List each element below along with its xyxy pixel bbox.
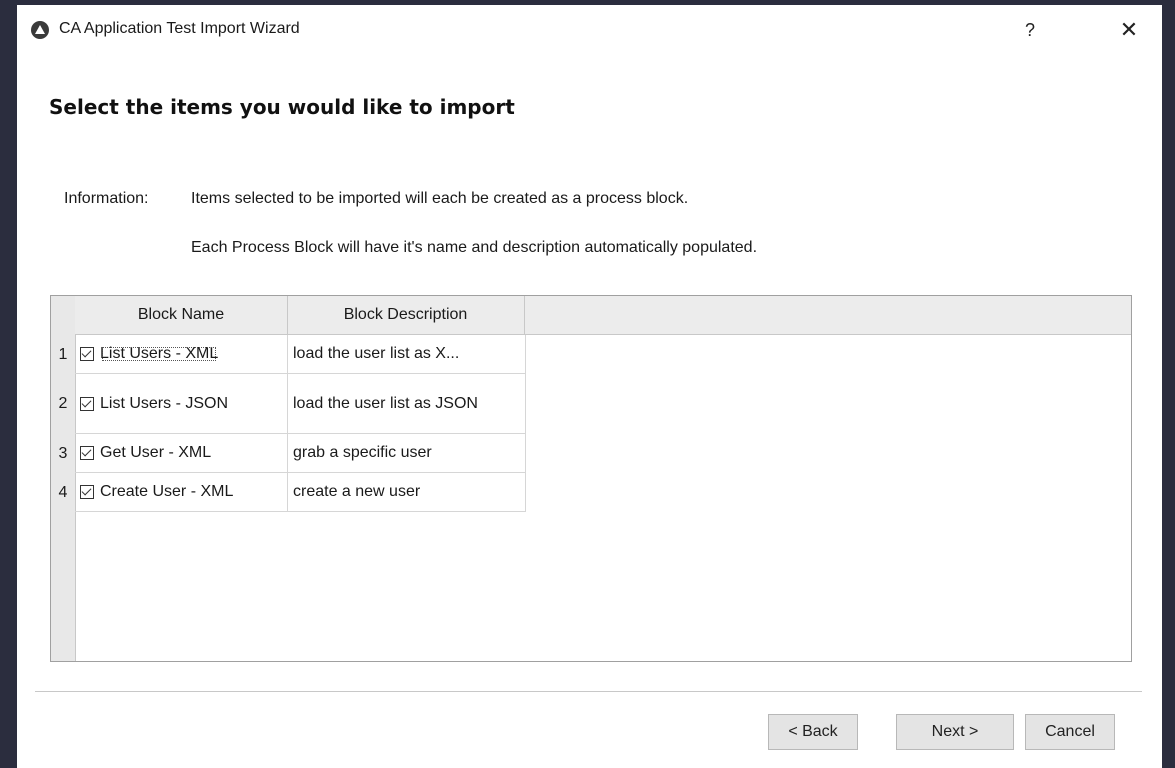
- block-description-cell[interactable]: load the user list as JSON: [288, 374, 526, 434]
- window-title: CA Application Test Import Wizard: [59, 20, 300, 37]
- row-number: 2: [58, 395, 68, 412]
- block-name-cell[interactable]: Get User - XML: [75, 434, 288, 473]
- row-number: 3: [58, 444, 68, 462]
- block-name-text: Create User - XML: [100, 483, 234, 500]
- block-name-cell[interactable]: Create User - XML: [75, 473, 288, 512]
- app-logo-icon: [31, 21, 49, 39]
- row-number: 1: [58, 345, 68, 363]
- title-bar: CA Application Test Import Wizard ? ✕: [17, 5, 1162, 53]
- block-name-text: List Users - XML: [100, 345, 219, 362]
- block-name-text: Get User - XML: [100, 444, 212, 461]
- info-label: Information:: [64, 190, 149, 207]
- column-header-block-name[interactable]: Block Name: [75, 296, 288, 334]
- grid-header: Block Name Block Description: [75, 296, 1131, 335]
- info-text-line1: Items selected to be imported will each …: [191, 190, 689, 207]
- next-button[interactable]: Next >: [896, 714, 1014, 750]
- help-icon[interactable]: ?: [1017, 15, 1043, 45]
- import-wizard-window: CA Application Test Import Wizard ? ✕ Se…: [17, 5, 1162, 768]
- block-description-cell[interactable]: load the user list as X...: [288, 335, 526, 374]
- block-name-cell[interactable]: List Users - XML: [75, 335, 288, 374]
- block-description-cell[interactable]: grab a specific user: [288, 434, 526, 473]
- footer-divider: [35, 691, 1142, 692]
- row-number: 4: [58, 483, 68, 501]
- column-header-block-description[interactable]: Block Description: [287, 296, 525, 334]
- page-heading: Select the items you would like to impor…: [49, 95, 515, 119]
- block-description-cell[interactable]: create a new user: [288, 473, 526, 512]
- row-checkbox[interactable]: [80, 347, 94, 361]
- info-text-line2: Each Process Block will have it's name a…: [191, 239, 758, 256]
- import-items-grid[interactable]: Block Name Block Description 1 List User…: [50, 295, 1132, 662]
- row-checkbox[interactable]: [80, 485, 94, 499]
- close-icon[interactable]: ✕: [1114, 15, 1144, 45]
- row-checkbox[interactable]: [80, 396, 94, 411]
- block-name-cell[interactable]: List Users - JSON: [75, 374, 288, 434]
- row-checkbox[interactable]: [80, 446, 94, 460]
- back-button[interactable]: < Back: [768, 714, 858, 750]
- block-name-text: List Users - JSON: [100, 394, 229, 412]
- cancel-button[interactable]: Cancel: [1025, 714, 1115, 750]
